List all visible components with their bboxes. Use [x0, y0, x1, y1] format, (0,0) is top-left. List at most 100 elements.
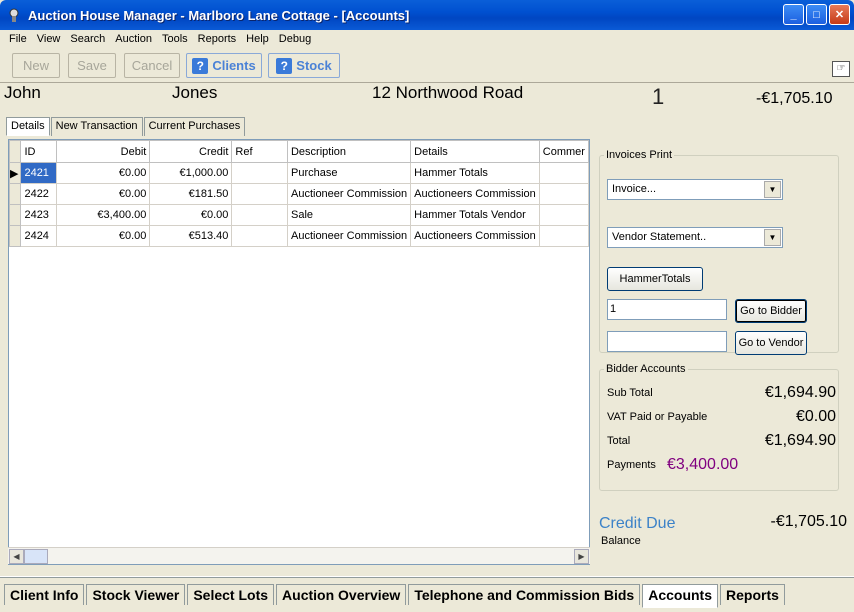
stock-label: Stock — [296, 58, 332, 73]
balance-label: Balance — [601, 535, 641, 547]
dropdown-arrow-icon[interactable]: ▼ — [764, 229, 781, 246]
menu-auction[interactable]: Auction — [110, 33, 157, 45]
table-row[interactable]: ▶ 2421 €0.00 €1,000.00 Purchase Hammer T… — [9, 162, 589, 184]
invoices-print-legend: Invoices Print — [606, 149, 673, 161]
row-selector[interactable] — [9, 204, 22, 226]
table-row[interactable]: 2423 €3,400.00 €0.00 Sale Hammer Totals … — [9, 204, 589, 226]
vendor-statement-select[interactable]: Vendor Statement.. ▼ — [607, 227, 783, 248]
help-icon: ? — [192, 57, 209, 74]
cell-id[interactable]: 2424 — [20, 225, 57, 247]
row-selector[interactable] — [9, 183, 22, 205]
cell-details[interactable]: Auctioneers Commission — [410, 183, 540, 205]
scroll-right-icon[interactable]: ▶ — [574, 549, 589, 564]
main-tabs: Client Info Stock Viewer Select Lots Auc… — [4, 584, 787, 608]
cell-description[interactable]: Auctioneer Commission — [286, 183, 412, 205]
cell-description[interactable]: Purchase — [286, 162, 412, 184]
cell-description[interactable]: Sale — [286, 204, 412, 226]
hammer-totals-button[interactable]: HammerTotals — [607, 267, 703, 291]
menu-file[interactable]: File — [4, 33, 32, 45]
cell-comment[interactable] — [538, 225, 589, 247]
client-balance: -€1,705.10 — [756, 90, 833, 107]
toolbar: New Save Cancel ? Clients ? Stock — [0, 51, 854, 81]
vat-label: VAT Paid or Payable — [607, 411, 708, 423]
column-header-description[interactable]: Description — [286, 140, 412, 163]
cell-credit[interactable]: €0.00 — [149, 204, 233, 226]
cell-ref[interactable] — [231, 204, 288, 226]
column-header-id[interactable]: ID — [20, 140, 57, 163]
save-button[interactable]: Save — [68, 53, 116, 78]
cell-comment[interactable] — [538, 162, 589, 184]
bottom-divider — [0, 576, 854, 578]
tab-new-transaction[interactable]: New Transaction — [50, 117, 143, 136]
go-to-vendor-button[interactable]: Go to Vendor — [735, 331, 807, 355]
column-header-ref[interactable]: Ref — [231, 140, 288, 163]
cell-description[interactable]: Auctioneer Commission — [286, 225, 412, 247]
column-header-debit[interactable]: Debit — [55, 140, 151, 163]
vendor-number-input[interactable] — [607, 331, 727, 352]
help-icon: ? — [276, 57, 293, 74]
cell-details[interactable]: Auctioneers Commission — [410, 225, 540, 247]
menu-tools[interactable]: Tools — [157, 33, 193, 45]
cell-details[interactable]: Hammer Totals Vendor — [410, 204, 540, 226]
client-number: 1 — [652, 84, 665, 109]
maximize-button[interactable]: □ — [806, 4, 827, 25]
cell-credit[interactable]: €181.50 — [149, 183, 233, 205]
cell-id[interactable]: 2423 — [20, 204, 57, 226]
cell-debit[interactable]: €3,400.00 — [55, 204, 151, 226]
new-button[interactable]: New — [12, 53, 60, 78]
menu-help[interactable]: Help — [241, 33, 274, 45]
cell-details[interactable]: Hammer Totals — [410, 162, 540, 184]
cell-comment[interactable] — [538, 204, 589, 226]
payments-label: Payments — [607, 459, 656, 471]
menu-debug[interactable]: Debug — [274, 33, 316, 45]
menu-view[interactable]: View — [32, 33, 66, 45]
tab-auction-overview[interactable]: Auction Overview — [276, 584, 407, 605]
cell-id[interactable]: 2421 — [20, 162, 57, 184]
table-row[interactable]: 2424 €0.00 €513.40 Auctioneer Commission… — [9, 225, 589, 247]
cell-credit[interactable]: €1,000.00 — [149, 162, 233, 184]
bidder-number-input[interactable]: 1 — [607, 299, 727, 320]
cell-debit[interactable]: €0.00 — [55, 225, 151, 247]
tab-details[interactable]: Details — [6, 117, 50, 136]
cell-id[interactable]: 2422 — [20, 183, 57, 205]
scroll-thumb[interactable] — [24, 549, 48, 564]
dropdown-arrow-icon[interactable]: ▼ — [764, 181, 781, 198]
tab-select-lots[interactable]: Select Lots — [187, 584, 275, 605]
invoice-select[interactable]: Invoice... ▼ — [607, 179, 783, 200]
cancel-button[interactable]: Cancel — [124, 53, 180, 78]
horizontal-scrollbar[interactable]: ◀ ▶ — [8, 547, 590, 564]
go-to-bidder-button[interactable]: Go to Bidder — [735, 299, 807, 323]
window-title: Auction House Manager - Marlboro Lane Co… — [28, 7, 410, 23]
column-header-credit[interactable]: Credit — [149, 140, 233, 163]
column-header-details[interactable]: Details — [410, 140, 540, 163]
tab-reports[interactable]: Reports — [720, 584, 785, 605]
transactions-grid[interactable]: ID Debit Credit Ref Description Details … — [8, 139, 590, 565]
right-panel: Invoices Print Invoice... ▼ Vendor State… — [593, 139, 851, 565]
close-button[interactable]: ✕ — [829, 4, 850, 25]
clients-button[interactable]: ? Clients — [186, 53, 262, 78]
row-selector[interactable] — [9, 225, 22, 247]
tab-client-info[interactable]: Client Info — [4, 584, 85, 605]
cell-ref[interactable] — [231, 162, 288, 184]
table-row[interactable]: 2422 €0.00 €181.50 Auctioneer Commission… — [9, 183, 589, 205]
client-address: 12 Northwood Road — [372, 83, 524, 102]
tab-telephone-commission-bids[interactable]: Telephone and Commission Bids — [408, 584, 641, 605]
credit-due-label: Credit Due — [599, 515, 676, 532]
pointer-icon[interactable]: ☞ — [832, 61, 850, 77]
tab-stock-viewer[interactable]: Stock Viewer — [86, 584, 186, 605]
tab-accounts[interactable]: Accounts — [642, 584, 718, 608]
cell-comment[interactable] — [538, 183, 589, 205]
column-header-comment[interactable]: Commer — [538, 140, 589, 163]
scroll-left-icon[interactable]: ◀ — [9, 549, 24, 564]
cell-ref[interactable] — [231, 225, 288, 247]
total-label: Total — [607, 435, 631, 447]
stock-button[interactable]: ? Stock — [268, 53, 340, 78]
menu-reports[interactable]: Reports — [193, 33, 242, 45]
tab-current-purchases[interactable]: Current Purchases — [143, 117, 246, 136]
cell-credit[interactable]: €513.40 — [149, 225, 233, 247]
cell-debit[interactable]: €0.00 — [55, 183, 151, 205]
menu-search[interactable]: Search — [65, 33, 110, 45]
cell-debit[interactable]: €0.00 — [55, 162, 151, 184]
cell-ref[interactable] — [231, 183, 288, 205]
minimize-button[interactable]: _ — [783, 4, 804, 25]
